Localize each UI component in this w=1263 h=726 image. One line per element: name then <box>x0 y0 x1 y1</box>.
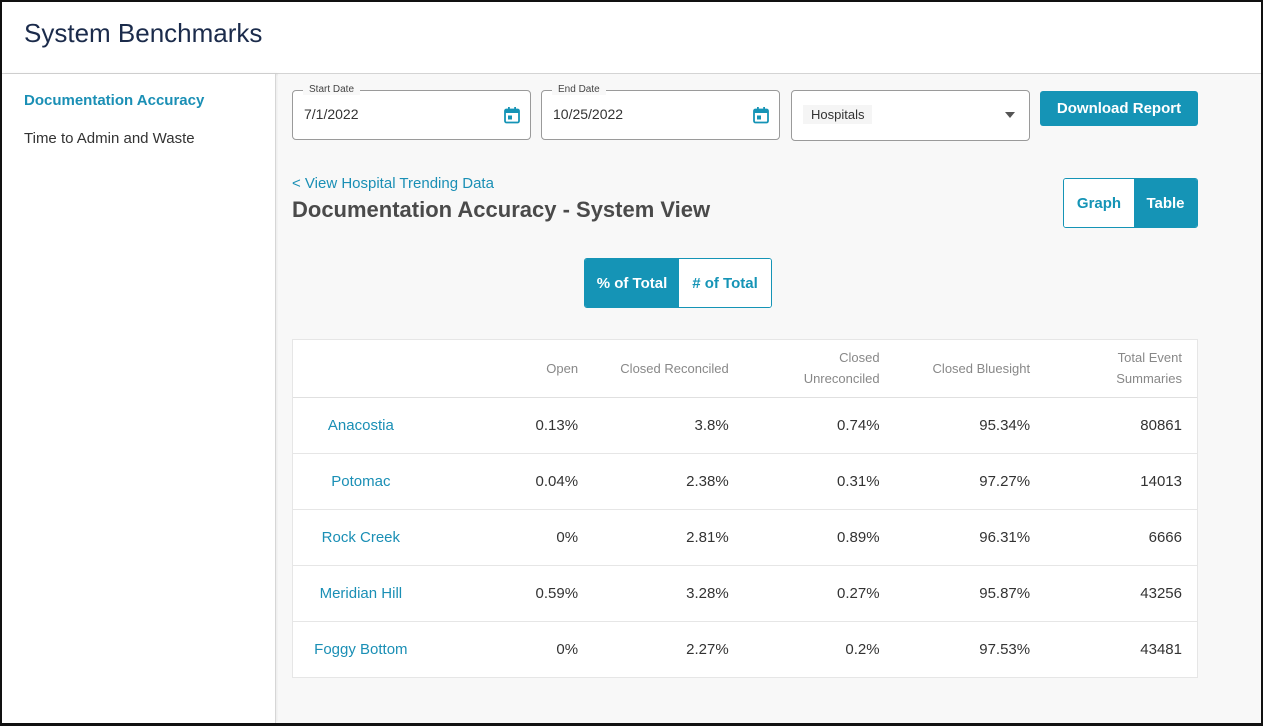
total-event-summaries-cell: 43481 <box>1140 640 1182 658</box>
graph-table-toggle: Graph Table <box>1063 178 1198 228</box>
closed-reconciled-cell: 2.27% <box>686 640 729 658</box>
open-cell: 0.59% <box>428 565 594 622</box>
column-header-hospital <box>293 340 429 398</box>
end-date-value: 10/25/2022 <box>553 106 624 122</box>
app-window: System Benchmarks Documentation Accuracy… <box>0 0 1263 726</box>
table-row: Rock Creek 0% 2.81% 0.89% 96.31% 6666 <box>293 509 1197 566</box>
open-cell: 0% <box>556 640 579 658</box>
graph-button[interactable]: Graph <box>1064 179 1134 227</box>
closed-bluesight-cell: 97.53% <box>979 640 1031 658</box>
column-header-closed-reconciled: Closed Reconciled <box>593 340 744 398</box>
column-header-closed-bluesight: Closed Bluesight <box>894 340 1046 398</box>
accuracy-table: Open Closed Reconciled Closed Unreconcil… <box>292 339 1198 678</box>
sidebar-item-time-to-admin-and-waste[interactable]: Time to Admin and Waste <box>24 130 195 147</box>
table-row: Foggy Bottom 0% 2.27% 0.2% 97.53% 43481 <box>293 621 1197 677</box>
top-bar: System Benchmarks <box>2 2 1261 74</box>
open-cell: 0.04% <box>428 453 594 510</box>
closed-unreconciled-cell: 0.2% <box>845 640 880 658</box>
percent-number-toggle: % of Total # of Total <box>584 258 772 308</box>
closed-reconciled-cell: 3.28% <box>593 565 744 622</box>
download-report-button[interactable]: Download Report <box>1040 91 1198 126</box>
closed-bluesight-cell: 95.34% <box>894 397 1046 454</box>
column-header-open: Open <box>428 340 594 398</box>
closed-bluesight-cell: 97.27% <box>894 453 1046 510</box>
hospitals-chip: Hospitals <box>803 105 873 124</box>
chevron-down-icon <box>1005 112 1015 118</box>
view-hospital-trending-link[interactable]: < View Hospital Trending Data <box>292 175 494 192</box>
hospital-link[interactable]: Potomac <box>293 453 429 510</box>
hospital-link[interactable]: Rock Creek <box>293 509 429 566</box>
sidebar: Documentation Accuracy Time to Admin and… <box>2 74 276 723</box>
calendar-icon[interactable] <box>752 106 770 124</box>
table-row: Potomac 0.04% 2.38% 0.31% 97.27% 14013 <box>293 453 1197 510</box>
main-content: Start Date 7/1/2022 End Date 10/25/2022 <box>278 74 1261 723</box>
table-row: Anacostia 0.13% 3.8% 0.74% 95.34% 80861 <box>293 397 1197 454</box>
closed-reconciled-cell: 3.8% <box>593 397 744 454</box>
end-date-field[interactable]: End Date 10/25/2022 <box>541 84 780 140</box>
table-row: Meridian Hill 0.59% 3.28% 0.27% 95.87% 4… <box>293 565 1197 622</box>
hospitals-select[interactable]: Hospitals <box>791 90 1030 141</box>
total-event-summaries-cell: 14013 <box>1045 453 1197 510</box>
total-event-summaries-cell: 43256 <box>1045 565 1197 622</box>
number-of-total-button[interactable]: # of Total <box>679 259 771 307</box>
closed-unreconciled-cell: 0.31% <box>743 453 895 510</box>
closed-bluesight-cell: 95.87% <box>894 565 1046 622</box>
percent-of-total-button[interactable]: % of Total <box>585 259 679 307</box>
start-date-value: 7/1/2022 <box>304 106 359 122</box>
closed-reconciled-cell: 2.81% <box>593 509 744 566</box>
closed-reconciled-cell: 2.38% <box>593 453 744 510</box>
closed-unreconciled-cell: 0.27% <box>743 565 895 622</box>
start-date-field[interactable]: Start Date 7/1/2022 <box>292 84 531 140</box>
table-header-row: Open Closed Reconciled Closed Unreconcil… <box>293 340 1197 398</box>
page-title: Documentation Accuracy - System View <box>292 197 711 222</box>
total-event-summaries-cell: 80861 <box>1045 397 1197 454</box>
open-cell: 0.13% <box>428 397 594 454</box>
open-cell: 0% <box>428 509 594 566</box>
table-button[interactable]: Table <box>1134 179 1197 227</box>
hospital-link[interactable]: Meridian Hill <box>293 565 429 622</box>
sidebar-item-documentation-accuracy[interactable]: Documentation Accuracy <box>24 92 204 109</box>
hospital-link[interactable]: Foggy Bottom <box>293 621 429 677</box>
total-event-summaries-cell: 6666 <box>1045 509 1197 566</box>
closed-unreconciled-cell: 0.89% <box>743 509 895 566</box>
column-header-total-event-summaries: Total Event Summaries <box>1045 340 1197 398</box>
end-date-label: End Date <box>552 84 606 95</box>
column-header-closed-unreconciled: Closed Unreconciled <box>743 340 895 398</box>
calendar-icon[interactable] <box>503 106 521 124</box>
closed-unreconciled-cell: 0.74% <box>743 397 895 454</box>
start-date-label: Start Date <box>303 84 361 95</box>
closed-bluesight-cell: 96.31% <box>894 509 1046 566</box>
hospital-link[interactable]: Anacostia <box>293 397 429 454</box>
app-title: System Benchmarks <box>24 18 263 48</box>
